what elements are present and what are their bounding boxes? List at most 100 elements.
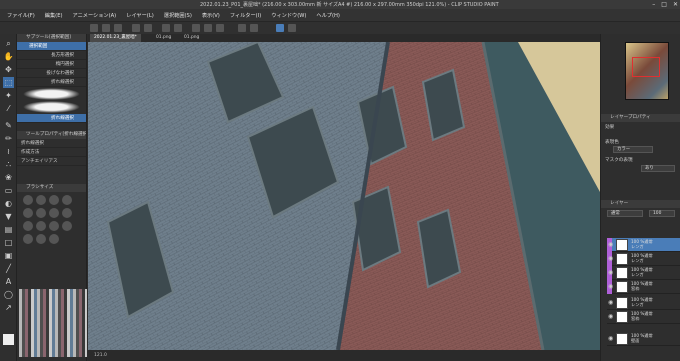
layer-row[interactable]: ◉ 100 %通常 レンガ — [607, 266, 680, 280]
menu-window[interactable]: ウィンドウ(W) — [268, 11, 309, 20]
minimize-button[interactable]: – — [652, 0, 655, 9]
menu-view[interactable]: 表示(V) — [199, 11, 223, 20]
blend-icon[interactable]: ◐ — [3, 198, 14, 209]
subtool-item-selected[interactable]: 折れ線選択 — [17, 114, 86, 123]
fill-icon[interactable]: ▼ — [3, 211, 14, 222]
brush-size-preset[interactable] — [49, 195, 59, 205]
brush-size-preset[interactable] — [23, 208, 33, 218]
ruler-icon[interactable]: ╱ — [3, 263, 14, 274]
brush-size-preset[interactable] — [49, 208, 59, 218]
move-icon[interactable]: ✥ — [3, 64, 14, 75]
mask-expression-select[interactable]: あり — [641, 165, 675, 172]
transform-icon[interactable] — [174, 24, 182, 32]
brush-size-preset[interactable] — [36, 195, 46, 205]
brush-size-preset[interactable] — [62, 195, 72, 205]
zoom-level[interactable]: 121.0 — [94, 353, 107, 358]
text-icon[interactable]: A — [3, 276, 14, 287]
layer-row[interactable]: ◉ 100 %通常 壁面 — [607, 332, 680, 346]
canvas-tab[interactable]: 01.png — [180, 34, 203, 42]
brush-icon[interactable]: ≀ — [3, 146, 14, 157]
brush-size-preset[interactable] — [62, 208, 72, 218]
canvas-tab[interactable]: 2022.01.23_裏屋咄* — [90, 34, 141, 42]
subtool-item[interactable]: 折れ線選択 — [17, 78, 86, 87]
layer-row[interactable]: ◉ 100 %通常 レンガ — [607, 252, 680, 266]
selection-tool-icon[interactable]: ⬚ — [3, 77, 14, 88]
navigator-preview[interactable] — [625, 42, 669, 100]
brush-size-preset[interactable] — [36, 208, 46, 218]
eraser-icon[interactable]: ▭ — [3, 185, 14, 196]
correct-line-icon[interactable]: ↗ — [3, 302, 14, 313]
blend-mode-select[interactable]: 通常 — [607, 210, 643, 217]
copy-icon[interactable] — [204, 24, 212, 32]
menu-edit[interactable]: 編集(E) — [42, 11, 66, 20]
eye-icon[interactable]: ◉ — [608, 283, 613, 290]
brush-size-preset[interactable] — [36, 221, 46, 231]
menu-layer[interactable]: レイヤー(L) — [123, 11, 157, 20]
figure-icon[interactable]: □ — [3, 237, 14, 248]
menu-help[interactable]: ヘルプ(H) — [313, 11, 343, 20]
sub-color-icon[interactable] — [3, 334, 14, 345]
subtool-item[interactable]: 長方形選択 — [17, 51, 86, 60]
balloon-icon[interactable]: ◯ — [3, 289, 14, 300]
undo-icon[interactable] — [132, 24, 140, 32]
snap-ruler-icon[interactable] — [276, 24, 284, 32]
brush-size-preset[interactable] — [49, 234, 59, 244]
menu-animation[interactable]: アニメーション(A) — [70, 11, 120, 20]
eye-icon[interactable]: ◉ — [608, 299, 613, 306]
window-title: 2022.01.23_P01_裏屋咄* (216.00 x 303.00mm 新… — [200, 2, 500, 8]
eye-icon[interactable]: ◉ — [608, 269, 613, 276]
layer-row[interactable]: ◉ 100 %通常 レンガ — [607, 238, 680, 252]
subtool-item[interactable]: 投げなわ選択 — [17, 69, 86, 78]
hand-icon[interactable]: ✋ — [3, 51, 14, 62]
menu-file[interactable]: ファイル(F) — [4, 11, 38, 20]
auto-select-icon[interactable]: ✦ — [3, 90, 14, 101]
eye-icon[interactable]: ◉ — [608, 241, 613, 248]
subtool-group-label[interactable]: 選択範囲 — [17, 42, 86, 51]
navigator-viewport-frame[interactable] — [632, 57, 660, 77]
decoration-icon[interactable]: ❀ — [3, 172, 14, 183]
layer-row[interactable]: ◉ 100 %通常 窓枠 — [607, 280, 680, 294]
brush-size-preset[interactable] — [62, 221, 72, 231]
brush-size-preset[interactable] — [23, 234, 33, 244]
menu-filter[interactable]: フィルター(I) — [227, 11, 264, 20]
mask-expression-label: マスクの表現 — [605, 158, 633, 163]
status-bar: 121.0 — [88, 350, 600, 361]
redo-icon[interactable] — [144, 24, 152, 32]
save-icon[interactable] — [114, 24, 122, 32]
pencil-icon[interactable]: ✏ — [3, 133, 14, 144]
main-color-icon[interactable] — [3, 319, 14, 330]
layer-thumbnail — [616, 239, 628, 251]
brush-size-preset[interactable] — [23, 195, 33, 205]
brush-size-preset[interactable] — [49, 221, 59, 231]
eye-icon[interactable]: ◉ — [608, 335, 613, 342]
new-file-icon[interactable] — [90, 24, 98, 32]
deselect-icon[interactable] — [238, 24, 246, 32]
clear-icon[interactable] — [162, 24, 170, 32]
expression-color-select[interactable]: カラー — [613, 146, 653, 153]
eyedropper-icon[interactable]: ⁄ — [3, 103, 14, 114]
color-set-swatches[interactable] — [19, 289, 87, 357]
gradient-icon[interactable]: ▤ — [3, 224, 14, 235]
invert-selection-icon[interactable] — [250, 24, 258, 32]
eye-icon[interactable]: ◉ — [608, 313, 613, 320]
menu-selection[interactable]: 選択範囲(S) — [161, 11, 195, 20]
brush-size-preset[interactable] — [36, 234, 46, 244]
canvas-tab[interactable]: 01.png — [152, 34, 175, 42]
opacity-field[interactable]: 100 — [649, 210, 675, 217]
layer-row[interactable]: ◉ 100 %通常 レンガ — [607, 296, 680, 310]
close-button[interactable]: ✕ — [673, 0, 678, 9]
zoom-icon[interactable]: ⌕ — [3, 38, 14, 49]
maximize-button[interactable]: □ — [661, 0, 667, 9]
open-file-icon[interactable] — [102, 24, 110, 32]
snap-grid-icon[interactable] — [288, 24, 296, 32]
paste-icon[interactable] — [216, 24, 224, 32]
airbrush-icon[interactable]: ∴ — [3, 159, 14, 170]
eye-icon[interactable]: ◉ — [608, 255, 613, 262]
pen-icon[interactable]: ✎ — [3, 120, 14, 131]
cut-icon[interactable] — [192, 24, 200, 32]
drawing-canvas[interactable] — [88, 42, 600, 350]
layer-row[interactable]: ◉ 100 %通常 窓枠 — [607, 310, 680, 324]
frame-icon[interactable]: ▣ — [3, 250, 14, 261]
brush-size-preset[interactable] — [23, 221, 33, 231]
subtool-item[interactable]: 楕円選択 — [17, 60, 86, 69]
